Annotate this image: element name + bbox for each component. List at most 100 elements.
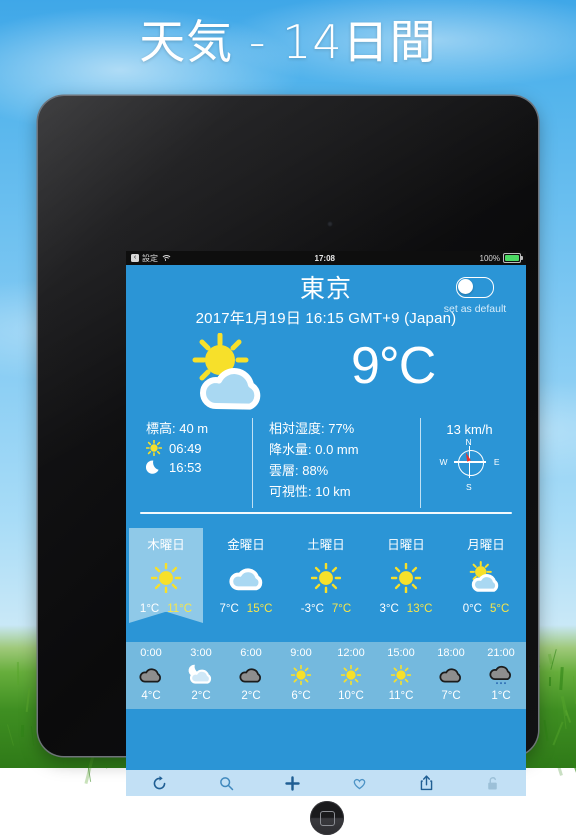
overcast-cloud-icon xyxy=(437,665,465,685)
details-column-wind: 13 km/h N S W E xyxy=(420,418,518,508)
lock-button[interactable] xyxy=(459,770,526,796)
precipitation-value: 降水量: 0.0 mm xyxy=(269,439,420,458)
current-details: 標高: 40 m 06:49 16:53 相対湿度: 77% 降水量: 0.0 … xyxy=(126,418,526,508)
sun-icon xyxy=(291,665,311,685)
refresh-icon xyxy=(152,776,167,791)
sun-icon xyxy=(146,440,162,456)
daily-forecast-item[interactable]: 日曜日 3°C 13°C xyxy=(366,528,446,628)
hour-temp: 11°C xyxy=(376,690,426,702)
sun-icon xyxy=(286,555,366,601)
day-min-temp: -3°C xyxy=(301,603,324,615)
favorite-button[interactable] xyxy=(326,770,393,796)
day-name: 日曜日 xyxy=(366,534,446,553)
wind-speed-value: 13 km/h xyxy=(421,422,518,437)
hourly-forecast-item[interactable]: 21:00 1°C xyxy=(476,647,526,702)
day-name: 月曜日 xyxy=(446,534,526,553)
hour-time: 12:00 xyxy=(326,647,376,659)
set-as-default-group: set as default xyxy=(433,277,517,315)
back-arrow-icon[interactable]: ‹ xyxy=(131,254,139,262)
overcast-cloud-icon xyxy=(226,661,276,689)
hour-temp: 4°C xyxy=(126,690,176,702)
bottom-toolbar xyxy=(126,770,526,796)
hour-temp: 6°C xyxy=(276,690,326,702)
refresh-button[interactable] xyxy=(126,770,193,796)
sun-behind-cloud-icon xyxy=(178,333,288,413)
grass-blade xyxy=(549,677,551,686)
details-column-measurements: 相対湿度: 77% 降水量: 0.0 mm 雲層: 88% 可視性: 10 km xyxy=(252,418,420,508)
grass-blade xyxy=(552,722,563,746)
front-camera xyxy=(327,221,333,227)
back-app-label[interactable]: 設定 xyxy=(142,253,158,264)
daily-forecast-item[interactable]: 金曜日 7°C 15°C xyxy=(206,528,286,628)
sun-icon xyxy=(341,665,361,685)
moon-behind-cloud-icon xyxy=(176,661,226,689)
grass-blade xyxy=(560,696,567,716)
hourly-forecast-item[interactable]: 12:00 10°C xyxy=(326,647,376,702)
hour-temp: 7°C xyxy=(426,690,476,702)
grass-blade xyxy=(31,726,35,746)
daily-forecast-item[interactable]: 土曜日 -3°C 7°C xyxy=(286,528,366,628)
snow-cloud-icon xyxy=(476,661,526,689)
search-icon xyxy=(219,776,234,791)
hour-temp: 2°C xyxy=(176,690,226,702)
day-name: 金曜日 xyxy=(206,534,286,553)
hourly-forecast-item[interactable]: 18:00 7°C xyxy=(426,647,476,702)
altitude-value: 標高: 40 m xyxy=(146,418,252,437)
set-as-default-label: set as default xyxy=(433,303,517,315)
sunset-time: 16:53 xyxy=(169,460,202,475)
set-as-default-toggle[interactable] xyxy=(456,277,494,298)
hourly-forecast-strip: 0:00 4°C 3:00 2°C 6:00 2°C 9:00 6°C 12:00 10… xyxy=(126,642,526,709)
lock-icon xyxy=(486,776,499,791)
grass-blade xyxy=(559,667,563,690)
sun-icon xyxy=(151,563,181,593)
cloud-icon xyxy=(227,564,265,592)
overcast-cloud-icon xyxy=(126,661,176,689)
plus-icon xyxy=(285,776,300,791)
grass-blade xyxy=(26,688,31,712)
grass-blade xyxy=(17,662,19,685)
ios-status-bar: ‹ 設定 17:08 100% xyxy=(126,251,526,265)
day-min-temp: 0°C xyxy=(463,603,482,615)
grass-blade xyxy=(537,757,541,765)
battery-full-icon xyxy=(503,253,521,263)
hour-time: 6:00 xyxy=(226,647,276,659)
ipad-device-frame: ‹ 設定 17:08 100% 東京 2017年1月19日 16:15 GMT+… xyxy=(38,96,538,756)
hour-time: 3:00 xyxy=(176,647,226,659)
hour-temp: 1°C xyxy=(476,690,526,702)
share-button[interactable] xyxy=(393,770,460,796)
details-column-astronomy: 標高: 40 m 06:49 16:53 xyxy=(134,418,252,508)
hourly-forecast-item[interactable]: 9:00 6°C xyxy=(276,647,326,702)
sun-icon xyxy=(391,563,421,593)
hour-time: 18:00 xyxy=(426,647,476,659)
day-max-temp: 11°C xyxy=(167,603,192,615)
status-bar-clock: 17:08 xyxy=(170,254,480,263)
day-min-temp: 1°C xyxy=(140,603,159,615)
battery-percent-label: 100% xyxy=(480,254,500,263)
screen-filler xyxy=(126,709,526,733)
add-button[interactable] xyxy=(259,770,326,796)
ipad-screen: ‹ 設定 17:08 100% 東京 2017年1月19日 16:15 GMT+… xyxy=(126,251,526,796)
sun-icon xyxy=(276,661,326,689)
grass-blade xyxy=(569,753,576,775)
sun-icon xyxy=(391,665,411,685)
daily-forecast-item[interactable]: 木曜日 1°C 11°C xyxy=(126,528,206,628)
hour-time: 21:00 xyxy=(476,647,526,659)
compass-n-label: N xyxy=(466,437,472,447)
search-button[interactable] xyxy=(193,770,260,796)
home-button[interactable] xyxy=(310,801,344,835)
hour-time: 9:00 xyxy=(276,647,326,659)
grass-blade xyxy=(7,724,14,746)
day-min-temp: 7°C xyxy=(219,603,238,615)
day-max-temp: 13°C xyxy=(407,603,433,615)
hour-temp: 2°C xyxy=(226,690,276,702)
hourly-forecast-item[interactable]: 15:00 11°C xyxy=(376,647,426,702)
day-max-temp: 15°C xyxy=(247,603,273,615)
wifi-icon xyxy=(161,255,170,262)
hourly-forecast-item[interactable]: 3:00 2°C xyxy=(176,647,226,702)
hourly-forecast-item[interactable]: 0:00 4°C xyxy=(126,647,176,702)
daily-forecast-item[interactable]: 月曜日 0°C 5°C xyxy=(446,528,526,628)
section-divider xyxy=(140,512,512,514)
humidity-value: 相対湿度: 77% xyxy=(269,418,420,437)
hour-time: 15:00 xyxy=(376,647,426,659)
hourly-forecast-item[interactable]: 6:00 2°C xyxy=(226,647,276,702)
